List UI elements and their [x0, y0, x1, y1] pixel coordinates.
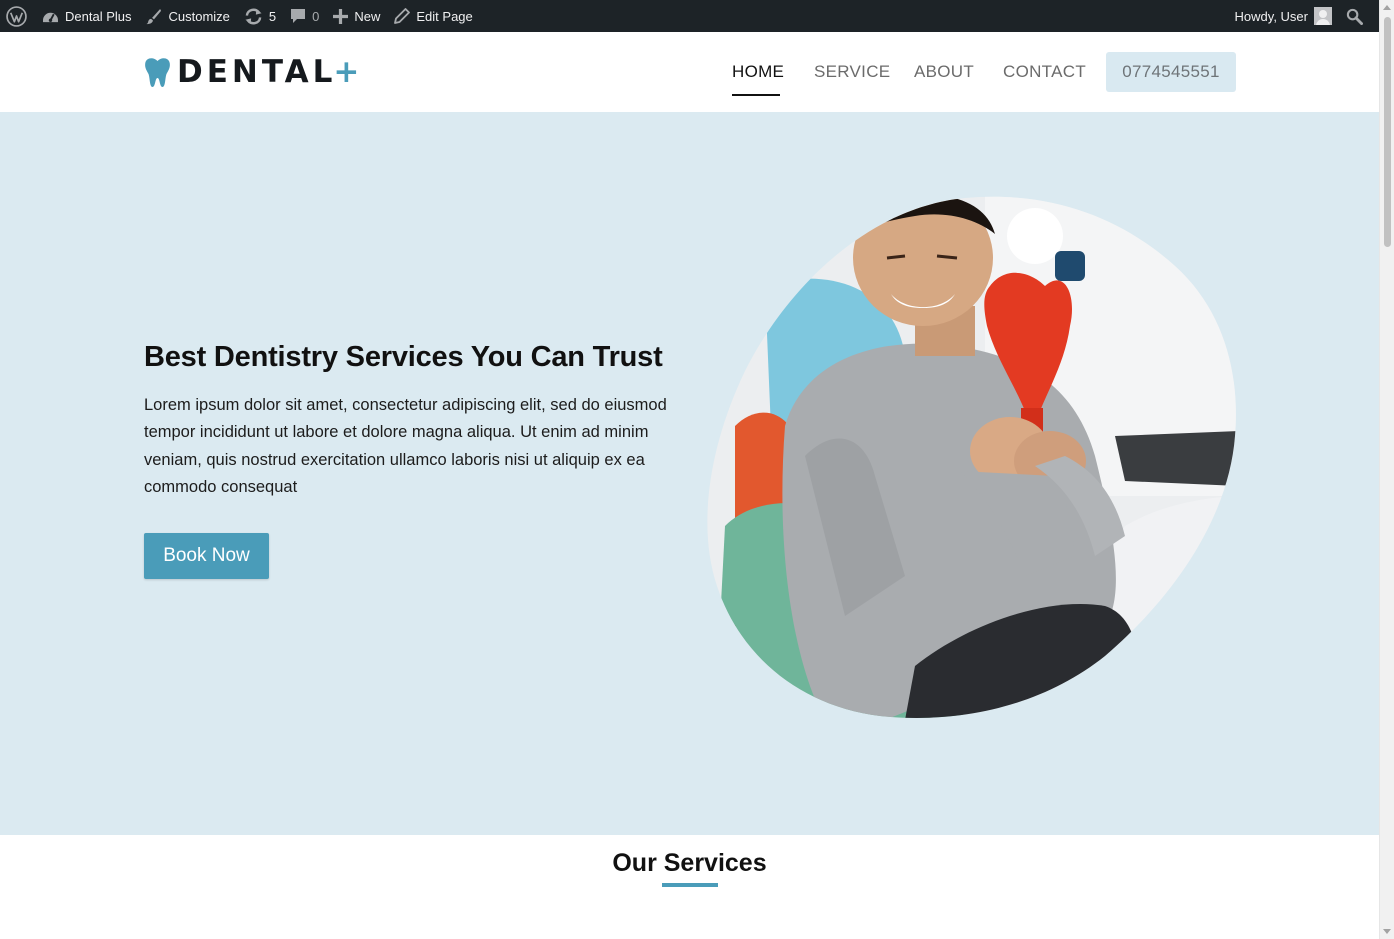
customize-label: Customize — [168, 8, 230, 24]
wordpress-icon — [6, 5, 27, 27]
plus-icon — [333, 8, 349, 24]
wordpress-menu[interactable] — [0, 0, 35, 32]
comment-icon — [291, 9, 306, 23]
comments-link[interactable]: 0 — [283, 0, 326, 32]
services-title: Our Services — [612, 849, 767, 877]
my-account-link[interactable]: Howdy, User — [1228, 0, 1339, 32]
tooth-icon — [145, 57, 170, 87]
updates-link[interactable]: 5 — [237, 0, 283, 32]
scroll-down-icon[interactable] — [1383, 929, 1391, 934]
nav-about[interactable]: ABOUT — [914, 62, 974, 82]
brush-icon — [146, 8, 162, 24]
book-now-button[interactable]: Book Now — [144, 533, 269, 579]
new-label: New — [354, 8, 381, 24]
logo-text: DENTAL — [177, 54, 337, 90]
dashboard-icon — [43, 12, 58, 22]
updates-count: 5 — [268, 8, 277, 24]
site-logo[interactable]: DENTAL + — [144, 54, 359, 90]
nav-service[interactable]: SERVICE — [814, 62, 890, 82]
search-icon — [1346, 8, 1363, 25]
active-nav-indicator — [732, 94, 780, 96]
admin-search[interactable] — [1339, 0, 1379, 32]
hero-image — [707, 196, 1236, 718]
admin-bar: Dental Plus Customize 5 0 New Edit Page … — [0, 0, 1379, 32]
comments-count: 0 — [312, 8, 320, 24]
site-name-link[interactable]: Dental Plus — [35, 0, 138, 32]
nav-contact[interactable]: CONTACT — [1003, 62, 1086, 82]
site-header: DENTAL + HOME SERVICE ABOUT CONTACT 0774… — [0, 32, 1379, 112]
hero-title: Best Dentistry Services You Can Trust — [144, 341, 663, 373]
site-name: Dental Plus — [65, 8, 132, 24]
nav-home[interactable]: HOME — [732, 62, 784, 82]
hero-text: Lorem ipsum dolor sit amet, consectetur … — [144, 396, 667, 497]
greeting: Howdy, User — [1234, 8, 1308, 24]
edit-page-link[interactable]: Edit Page — [387, 0, 479, 32]
logo-plus: + — [333, 54, 360, 90]
services-title-underline — [662, 883, 718, 887]
hero-section: Best Dentistry Services You Can Trust Lo… — [0, 112, 1379, 835]
avatar — [1314, 7, 1332, 25]
edit-page-label: Edit Page — [416, 8, 473, 24]
customize-link[interactable]: Customize — [138, 0, 236, 32]
scroll-up-icon[interactable] — [1383, 5, 1391, 10]
new-content-link[interactable]: New — [326, 0, 387, 32]
updates-icon — [245, 8, 262, 24]
page-scrollbar[interactable] — [1379, 0, 1394, 939]
phone-button[interactable]: 0774545551 — [1106, 52, 1236, 92]
scrollbar-thumb[interactable] — [1384, 17, 1391, 247]
pencil-icon — [394, 8, 411, 24]
